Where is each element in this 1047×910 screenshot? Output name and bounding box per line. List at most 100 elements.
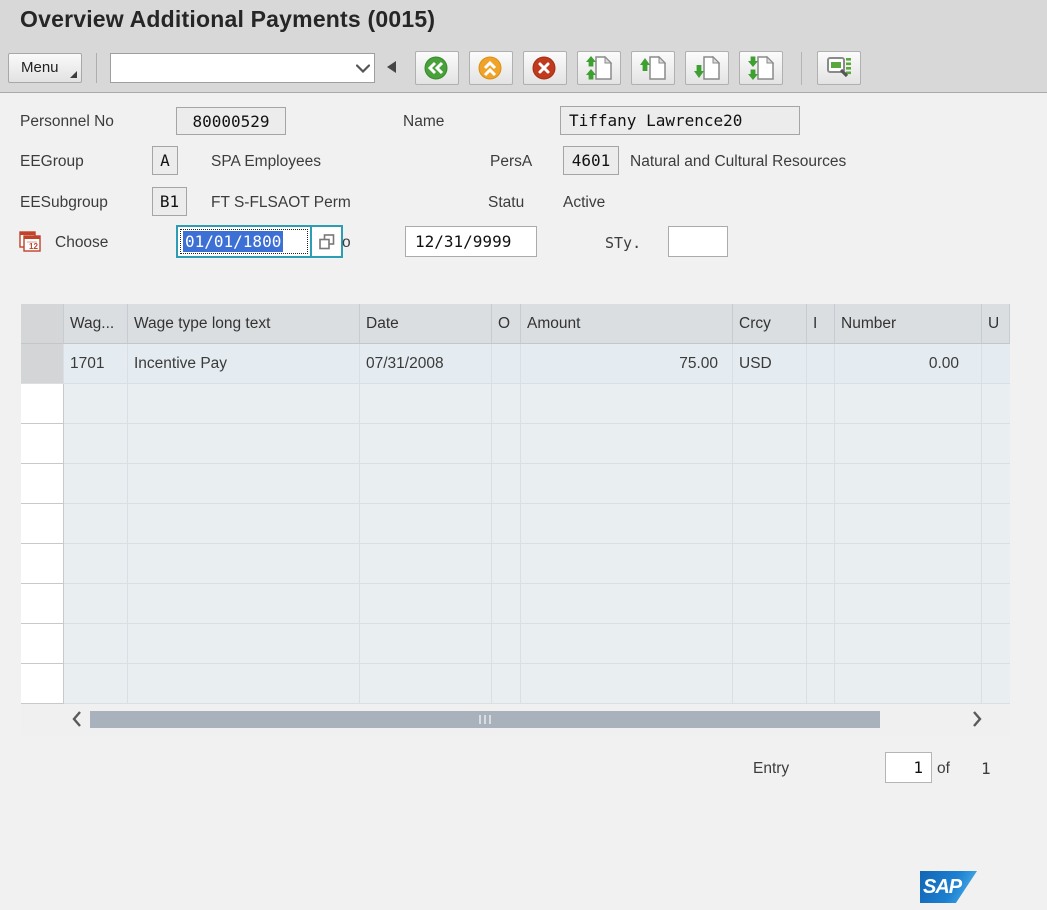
table-header-row: Wag... Wage type long text Date O Amount… — [21, 304, 1010, 344]
subtype-label: STy. — [605, 234, 641, 252]
previous-page-icon — [638, 54, 668, 82]
table-empty-row — [21, 664, 1010, 704]
last-page-icon — [746, 54, 776, 82]
col-header-date[interactable]: Date — [360, 304, 492, 344]
cell-number[interactable]: 0.00 — [835, 344, 982, 384]
table-empty-row — [21, 464, 1010, 504]
previous-page-button[interactable] — [631, 51, 675, 85]
exit-button[interactable] — [469, 51, 513, 85]
row-selector-cell[interactable] — [21, 384, 64, 424]
scrollbar-thumb[interactable] — [90, 711, 880, 728]
cell-wage-type[interactable]: 1701 — [64, 344, 128, 384]
row-selector-cell[interactable] — [21, 504, 64, 544]
table-row: 1701 Incentive Pay 07/31/2008 75.00 USD … — [21, 344, 1010, 384]
chevron-down-icon[interactable] — [352, 64, 374, 73]
scroll-left-icon[interactable] — [71, 710, 83, 733]
sap-logo-text: SAP — [920, 876, 961, 899]
col-header-wage-type[interactable]: Wag... — [64, 304, 128, 344]
first-page-button[interactable] — [577, 51, 621, 85]
name-label: Name — [403, 113, 444, 131]
cell-i[interactable] — [807, 344, 835, 384]
top-bar: Overview Additional Payments (0015) Menu — [0, 0, 1047, 93]
row-selector-cell[interactable] — [21, 464, 64, 504]
copy-overlap-icon — [318, 233, 336, 251]
cancel-icon — [530, 54, 560, 82]
horizontal-scrollbar — [21, 704, 1010, 735]
row-selector-cell[interactable] — [21, 344, 64, 384]
first-page-icon — [584, 54, 614, 82]
name-field[interactable]: Tiffany Lawrence20 — [560, 106, 800, 135]
ee-subgroup-field[interactable]: B1 — [152, 187, 187, 216]
sap-window: Overview Additional Payments (0015) Menu — [0, 0, 1047, 910]
last-page-button[interactable] — [739, 51, 783, 85]
date-from-field[interactable]: 01/01/1800 — [180, 229, 308, 254]
personnel-no-field[interactable]: 80000529 — [176, 107, 286, 135]
col-header-long-text[interactable]: Wage type long text — [128, 304, 360, 344]
ee-subgroup-label: EESubgroup — [20, 194, 108, 212]
entry-of-label: of — [937, 760, 950, 778]
back-icon — [422, 54, 452, 82]
collapse-toolbar-icon[interactable] — [387, 61, 396, 73]
entry-label: Entry — [753, 760, 789, 778]
status-label: Statu — [488, 194, 524, 212]
cell-long-text[interactable]: Incentive Pay — [128, 344, 360, 384]
scroll-right-icon[interactable] — [971, 710, 983, 733]
table-empty-row — [21, 504, 1010, 544]
sap-logo: SAP — [920, 871, 977, 903]
entry-number-input[interactable] — [885, 752, 932, 783]
menu-corner-triangle-icon — [70, 71, 77, 78]
date-picker-button[interactable] — [310, 227, 341, 256]
toolbar-divider — [96, 53, 97, 83]
table-empty-row — [21, 624, 1010, 664]
row-selector-cell[interactable] — [21, 584, 64, 624]
choose-label: Choose — [55, 234, 108, 252]
col-header-o[interactable]: O — [492, 304, 521, 344]
personnel-no-label: Personnel No — [20, 113, 114, 131]
cancel-button[interactable] — [523, 51, 567, 85]
ee-group-label: EEGroup — [20, 153, 84, 171]
select-all-header-cell[interactable] — [21, 304, 64, 344]
find-icon — [824, 54, 854, 82]
table-empty-row — [21, 544, 1010, 584]
calendar-icon: 12 — [18, 229, 42, 258]
cell-amount[interactable]: 75.00 — [521, 344, 733, 384]
date-from-value: 01/01/1800 — [183, 231, 283, 252]
next-page-icon — [692, 54, 722, 82]
row-selector-cell[interactable] — [21, 664, 64, 704]
cell-date[interactable]: 07/31/2008 — [360, 344, 492, 384]
subtype-field[interactable] — [668, 226, 728, 257]
toolbar-divider — [801, 52, 802, 85]
menu-button[interactable]: Menu — [8, 53, 82, 83]
ee-group-text: SPA Employees — [211, 153, 321, 171]
command-field[interactable] — [110, 53, 375, 83]
col-header-crcy[interactable]: Crcy — [733, 304, 807, 344]
col-header-unit[interactable]: U — [982, 304, 1010, 344]
col-header-i[interactable]: I — [807, 304, 835, 344]
cell-crcy[interactable]: USD — [733, 344, 807, 384]
table-empty-row — [21, 384, 1010, 424]
page-title: Overview Additional Payments (0015) — [20, 6, 435, 33]
ee-group-field[interactable]: A — [152, 146, 178, 175]
col-header-amount[interactable]: Amount — [521, 304, 733, 344]
col-header-number[interactable]: Number — [835, 304, 982, 344]
date-to-field[interactable]: 12/31/9999 — [405, 226, 537, 257]
back-button[interactable] — [415, 51, 459, 85]
row-selector-cell[interactable] — [21, 624, 64, 664]
cell-unit[interactable] — [982, 344, 1010, 384]
table-empty-row — [21, 424, 1010, 464]
svg-text:12: 12 — [29, 242, 38, 251]
entry-total: 1 — [981, 759, 991, 778]
row-selector-cell[interactable] — [21, 544, 64, 584]
to-label: o — [342, 234, 351, 252]
cell-o[interactable] — [492, 344, 521, 384]
command-input[interactable] — [111, 55, 352, 81]
pers-a-field[interactable]: 4601 — [563, 146, 619, 175]
find-button[interactable] — [817, 51, 861, 85]
date-from-group: 01/01/1800 — [176, 225, 343, 258]
payments-table: Wag... Wage type long text Date O Amount… — [21, 304, 1010, 735]
ee-subgroup-text: FT S-FLSAOT Perm — [211, 194, 351, 212]
menu-button-label: Menu — [21, 59, 59, 76]
next-page-button[interactable] — [685, 51, 729, 85]
exit-icon — [476, 54, 506, 82]
row-selector-cell[interactable] — [21, 424, 64, 464]
